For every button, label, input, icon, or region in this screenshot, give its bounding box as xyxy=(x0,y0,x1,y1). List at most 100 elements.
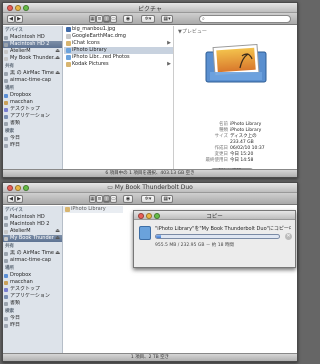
sidebar-item-airmac-time-cap[interactable]: airmac-time-cap xyxy=(3,257,62,264)
sidebar-item-item[interactable]: アプリケーション xyxy=(3,293,62,300)
quicklook-eye-icon[interactable]: ◉ xyxy=(123,15,133,23)
sidebar-item-label: 昨日 xyxy=(10,322,21,328)
list-view-icon[interactable]: ≡ xyxy=(96,15,103,23)
file-label: big_manbou1.jpg xyxy=(72,26,116,32)
toolbar: ◀ ▶ ▦ ≡ ▥ ▭ ◉ ✲▾ ▦▾ xyxy=(3,193,297,205)
sidebar-item-macintosh-hd-2[interactable]: Macintosh HD 2 xyxy=(3,41,62,48)
sidebar-item-macchan[interactable]: macchan xyxy=(3,99,62,106)
sidebar-item-atelierm[interactable]: AtelierM ⏏ xyxy=(3,228,62,235)
finder-window-mybook: ▭ My Book Thunderbolt Duo ◀ ▶ ▦ ≡ ▥ ▭ ◉ … xyxy=(2,182,298,362)
list-item[interactable]: big_manbou1.jpg xyxy=(64,26,173,33)
sidebar-item-item[interactable]: デスクトップ xyxy=(3,286,62,293)
eject-icon[interactable]: ⏏ xyxy=(55,55,60,62)
sidebar-item-airmac-time[interactable]: 黒 の AirMac Time ... ⏏ xyxy=(3,250,62,257)
eject-icon[interactable]: ⏏ xyxy=(55,70,60,77)
sidebar-item-icon xyxy=(4,35,8,40)
sidebar-item-icon xyxy=(4,301,8,306)
sidebar-item-icon xyxy=(4,42,8,47)
sidebar-item-icon xyxy=(4,236,8,241)
file-label: iPhoto Libr...red Photos xyxy=(72,54,130,60)
sidebar-item-icon xyxy=(4,107,8,112)
iphoto-library-icon xyxy=(205,44,267,83)
sidebar-item-item[interactable]: 昨日 xyxy=(3,322,62,329)
sidebar-item-macintosh-hd-2[interactable]: Macintosh HD 2 xyxy=(3,221,62,228)
sidebar-item-label: Macintosh HD xyxy=(10,214,45,220)
sidebar-item-label: Macintosh HD 2 xyxy=(10,41,50,47)
sidebar-item-item[interactable]: 書類 xyxy=(3,120,62,127)
quicklook-eye-icon[interactable]: ◉ xyxy=(123,195,133,203)
file-label: iChat Icons xyxy=(72,40,100,46)
stop-copy-button[interactable]: ✕ xyxy=(285,233,292,240)
sidebar-item-label: 書類 xyxy=(10,120,21,126)
title-bar[interactable]: コピー xyxy=(134,211,295,220)
sidebar-item-dropbox[interactable]: Dropbox xyxy=(3,92,62,99)
sidebar-item-item[interactable]: 今日 xyxy=(3,135,62,142)
coverflow-view-icon[interactable]: ▭ xyxy=(110,195,117,203)
title-bar[interactable]: ピクチャ xyxy=(3,3,297,13)
sidebar-item-item[interactable]: アプリケーション xyxy=(3,113,62,120)
file-metadata: 名前 iPhoto Library 種類 iPhoto Library サイズ ディスク上… xyxy=(176,122,295,164)
list-item[interactable]: iPhoto Library xyxy=(63,206,123,213)
back-button[interactable]: ◀ xyxy=(7,15,15,23)
action-gear-icon[interactable]: ✲▾ xyxy=(141,195,155,203)
sidebar-item-icon xyxy=(4,287,8,292)
forward-button[interactable]: ▶ xyxy=(15,15,23,23)
forward-button[interactable]: ▶ xyxy=(15,195,23,203)
window-title: コピー xyxy=(206,214,223,220)
eject-icon[interactable]: ⏏ xyxy=(55,48,60,55)
sidebar-item-label: 昨日 xyxy=(10,142,21,148)
copy-progress-window: コピー "iPhoto Library"を"My Book Thunderbol… xyxy=(133,210,296,268)
sidebar-item-my-book-thunder[interactable]: My Book Thunder... ⏏ xyxy=(3,55,62,62)
list-item[interactable]: iPhoto Libr...red Photos xyxy=(64,54,173,61)
action-gear-icon[interactable]: ✲▾ xyxy=(141,15,155,23)
arrange-icon[interactable]: ▦▾ xyxy=(161,15,173,23)
sidebar-item-label: macchan xyxy=(10,99,33,105)
sidebar-item-item[interactable]: デスクトップ xyxy=(3,106,62,113)
sidebar-item-item[interactable]: 昨日 xyxy=(3,142,62,149)
coverflow-view-icon[interactable]: ▭ xyxy=(110,15,117,23)
eject-icon[interactable]: ⏏ xyxy=(55,250,60,257)
window-title: ▭ My Book Thunderbolt Duo xyxy=(107,184,193,191)
sidebar-item-airmac-time-cap[interactable]: airmac-time-cap xyxy=(3,77,62,84)
sidebar-item-icon xyxy=(4,143,8,148)
sidebar-item-icon xyxy=(4,294,8,299)
title-bar[interactable]: ▭ My Book Thunderbolt Duo xyxy=(3,183,297,193)
search-field[interactable]: ⌕ xyxy=(199,15,291,23)
sidebar-item-my-book-thunder[interactable]: My Book Thunder ⏏ xyxy=(3,235,62,242)
sidebar-item-item[interactable]: 書類 xyxy=(3,300,62,307)
sidebar-item-icon xyxy=(4,49,8,54)
column-view-icon[interactable]: ▥ xyxy=(103,195,110,203)
sidebar-item-icon xyxy=(4,316,8,321)
sidebar-item-icon xyxy=(4,71,8,76)
icon-view-icon[interactable]: ▦ xyxy=(89,15,96,23)
search-icon: ⌕ xyxy=(202,16,205,22)
sidebar: デバイス Macintosh HD Macintosh HD 2 AtelierM ⏏ M… xyxy=(3,206,63,353)
list-item[interactable]: iPhoto Library xyxy=(64,47,173,54)
list-view-icon[interactable]: ≡ xyxy=(96,195,103,203)
file-label: Kodak Pictures xyxy=(72,61,109,67)
sidebar-item-atelierm[interactable]: AtelierM ⏏ xyxy=(3,48,62,55)
back-button[interactable]: ◀ xyxy=(7,195,15,203)
sidebar-item-icon xyxy=(4,222,8,227)
eject-icon[interactable]: ⏏ xyxy=(55,228,60,235)
list-item[interactable]: GoogleEarthMac.dmg xyxy=(64,33,173,40)
list-item[interactable]: iChat Icons ▶ xyxy=(64,40,173,47)
sidebar-item-macchan[interactable]: macchan xyxy=(3,279,62,286)
preview-header[interactable]: ▼プレビュー xyxy=(174,26,297,35)
status-bar: 1 項目、2 TB 空き xyxy=(3,353,297,361)
sidebar-item-icon xyxy=(4,215,8,220)
sidebar-item-item[interactable]: 今日 xyxy=(3,315,62,322)
arrange-icon[interactable]: ▦▾ xyxy=(161,195,173,203)
sidebar-item-airmac-time[interactable]: 黒 の AirMac Time ... ⏏ xyxy=(3,70,62,77)
sidebar-item-macintosh-hd[interactable]: Macintosh HD xyxy=(3,214,62,221)
preview-pane: ▼プレビュー 名前 iPhoto Library 種類 iPhoto Library サ… xyxy=(174,26,297,176)
column-view-icon[interactable]: ▥ xyxy=(103,15,110,23)
sidebar-item-label: 書類 xyxy=(10,300,21,306)
sidebar-item-dropbox[interactable]: Dropbox xyxy=(3,272,62,279)
list-item[interactable]: Kodak Pictures ▶ xyxy=(64,61,173,68)
metadata-row: 最終使用日 今日 14:58 xyxy=(176,158,295,164)
eject-icon[interactable]: ⏏ xyxy=(55,235,60,242)
icon-view-icon[interactable]: ▦ xyxy=(89,195,96,203)
sidebar-item-icon xyxy=(4,280,8,285)
sidebar-item-macintosh-hd[interactable]: Macintosh HD xyxy=(3,34,62,41)
